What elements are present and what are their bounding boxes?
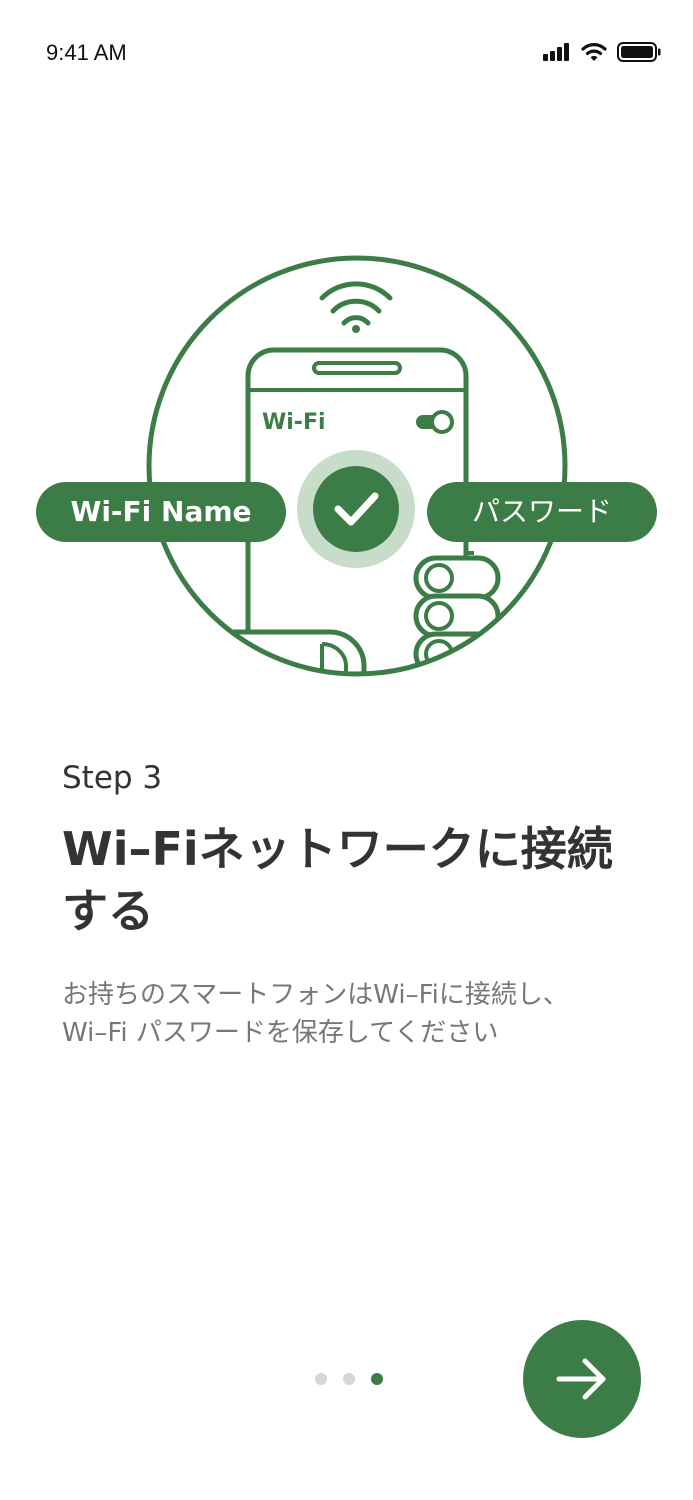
- status-icons: [543, 42, 661, 62]
- step-label: Step 3: [62, 760, 163, 796]
- status-time: 9:41 AM: [46, 40, 127, 65]
- phone-wifi-label: Wi-Fi: [262, 410, 326, 435]
- next-button[interactable]: [523, 1320, 641, 1438]
- arrow-right-icon: [556, 1358, 606, 1400]
- check-icon: [297, 450, 415, 568]
- page-indicator: [315, 1373, 383, 1385]
- description-line-1: お持ちのスマートフォンはWi–Fiに接続し、: [62, 980, 569, 1010]
- wifi-illustration: Wi-Fi Wi-Fi Name パスワード: [0, 240, 693, 690]
- wifi-icon: [581, 42, 607, 61]
- password-pill: パスワード: [427, 482, 657, 542]
- page-dot-3: [371, 1373, 383, 1385]
- fingers: [413, 551, 501, 674]
- description: お持ちのスマートフォンはWi–Fiに接続し、 Wi–Fi パスワードを保存してく…: [62, 976, 662, 1052]
- signal-icon: [543, 43, 569, 61]
- page-dot-1: [315, 1373, 327, 1385]
- wifi-name-label: Wi-Fi Name: [70, 495, 251, 528]
- battery-icon: [617, 42, 661, 62]
- description-line-2: Wi–Fi パスワードを保存してください: [62, 1018, 499, 1048]
- wifi-name-pill: Wi-Fi Name: [36, 482, 286, 542]
- page-dot-2: [343, 1373, 355, 1385]
- password-label: パスワード: [472, 495, 612, 528]
- status-bar: 9:41 AM: [0, 0, 693, 108]
- page-title: Wi–Fiネットワークに接続する: [62, 822, 613, 938]
